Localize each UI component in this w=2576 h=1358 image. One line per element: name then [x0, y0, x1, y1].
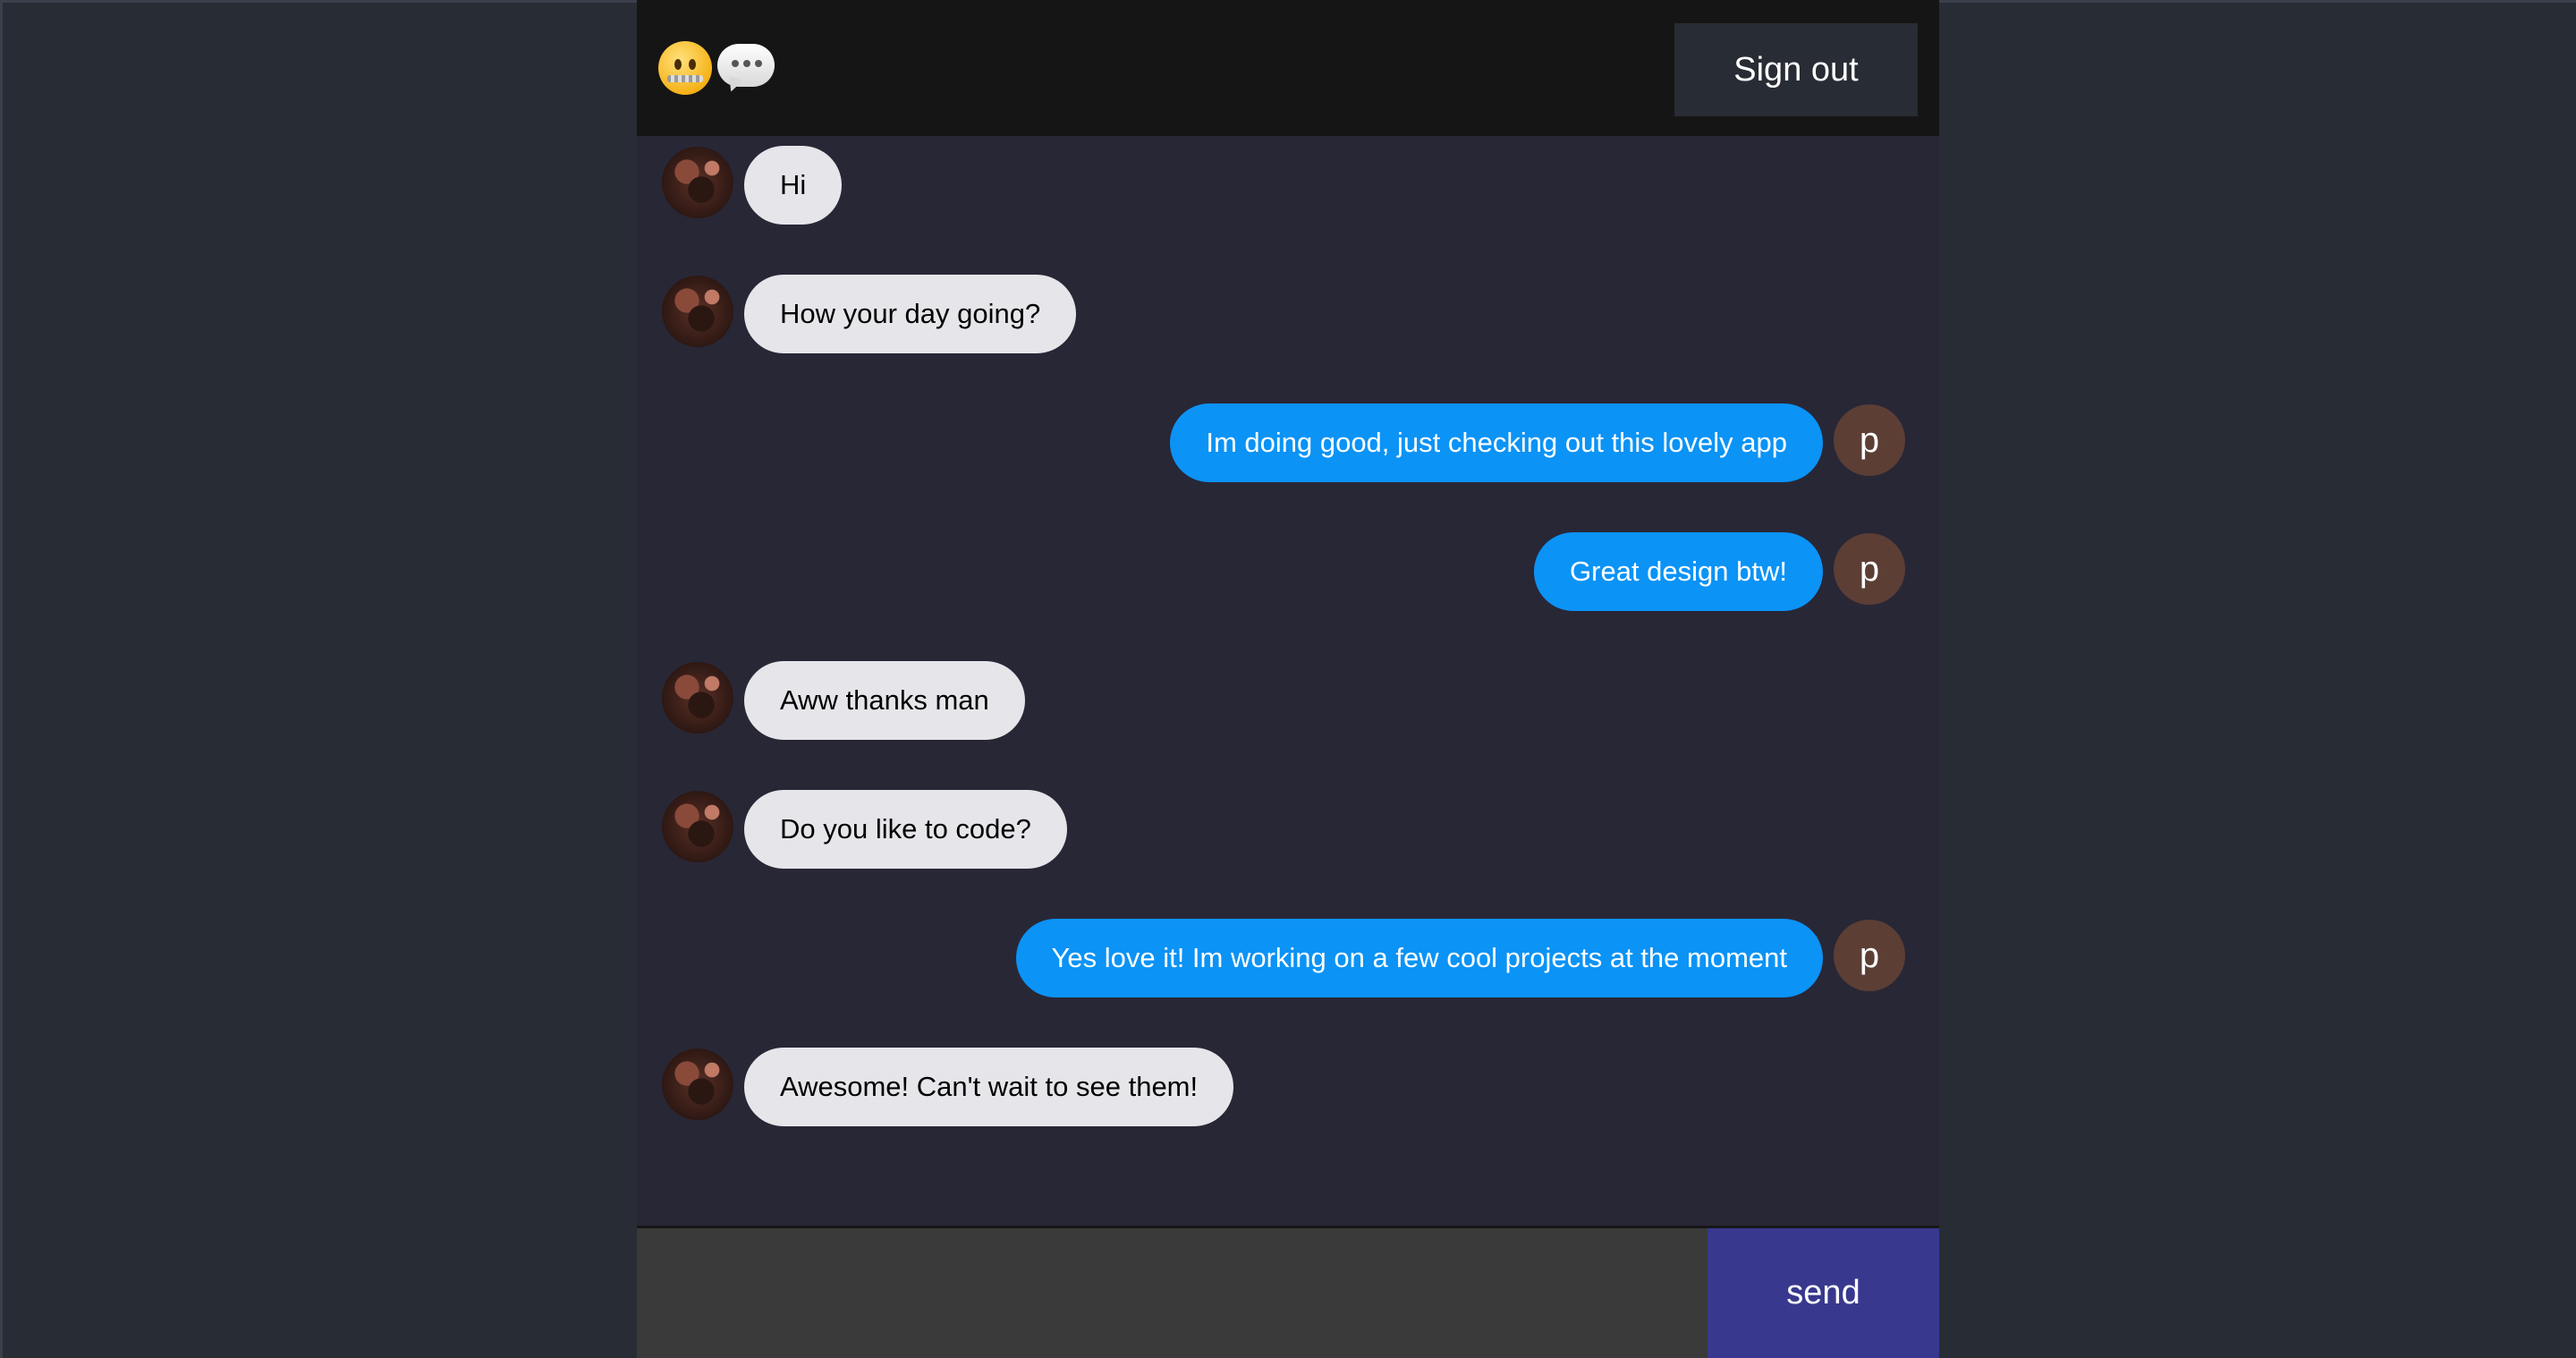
- avatar: [662, 147, 733, 218]
- message-text: Aww thanks man: [744, 661, 1025, 740]
- zipper-mouth-face-icon: [658, 41, 712, 95]
- avatar: [662, 1048, 733, 1120]
- avatar: [662, 791, 733, 862]
- avatar: p: [1834, 920, 1905, 991]
- message-text: Awesome! Can't wait to see them!: [744, 1048, 1234, 1126]
- avatar: p: [1834, 404, 1905, 476]
- message-received: Do you like to code?: [662, 790, 1067, 869]
- message-text: How your day going?: [744, 275, 1077, 353]
- message-list: Hi How your day going? p Im doing good, …: [637, 136, 1939, 1226]
- chat-app: Sign out Hi How your day going? p Im doi…: [637, 0, 1939, 1358]
- message-text: Hi: [744, 146, 843, 225]
- message-composer: send: [637, 1226, 1939, 1358]
- app-logo: [658, 36, 775, 100]
- message-sent: p Great design btw!: [1534, 532, 1905, 611]
- message-sent: p Im doing good, just checking out this …: [1170, 403, 1905, 482]
- message-received: How your day going?: [662, 275, 1077, 353]
- message-text: Do you like to code?: [744, 790, 1067, 869]
- message-input[interactable]: [637, 1228, 1707, 1358]
- avatar: [662, 662, 733, 734]
- send-button[interactable]: send: [1707, 1228, 1939, 1358]
- message-received: Hi: [662, 146, 843, 225]
- message-sent: p Yes love it! Im working on a few cool …: [1015, 919, 1905, 997]
- speech-bubble-icon: [717, 44, 775, 95]
- avatar: p: [1834, 533, 1905, 605]
- message-text: Yes love it! Im working on a few cool pr…: [1015, 919, 1823, 997]
- avatar: [662, 276, 733, 347]
- message-received: Aww thanks man: [662, 661, 1025, 740]
- message-text: Im doing good, just checking out this lo…: [1170, 403, 1823, 482]
- message-received: Awesome! Can't wait to see them!: [662, 1048, 1234, 1126]
- window-left-border: [0, 0, 3, 1358]
- sign-out-button[interactable]: Sign out: [1674, 23, 1918, 116]
- app-header: Sign out: [637, 0, 1939, 136]
- message-text: Great design btw!: [1534, 532, 1823, 611]
